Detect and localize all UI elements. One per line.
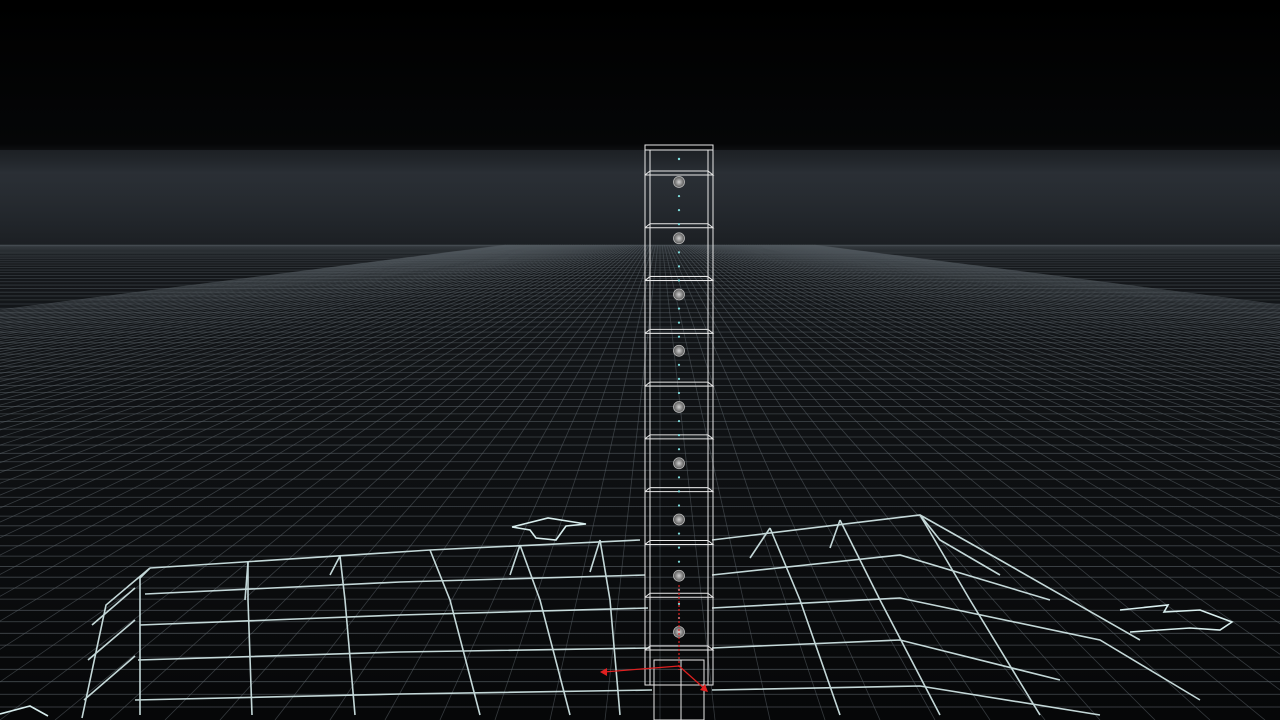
sphere-joint-icon[interactable] xyxy=(673,569,685,582)
bone-point xyxy=(677,532,681,535)
bone-point xyxy=(677,265,681,268)
bone-point xyxy=(677,279,681,282)
bone-point xyxy=(677,223,681,226)
bone-point xyxy=(677,476,681,479)
bone-point xyxy=(677,335,681,338)
bone-point xyxy=(677,490,681,493)
bone-point xyxy=(677,434,681,437)
sphere-joint-icon[interactable] xyxy=(673,176,685,188)
bone-point xyxy=(677,251,681,254)
sphere-joint-icon[interactable] xyxy=(673,232,685,245)
3d-viewport[interactable] xyxy=(0,0,1280,720)
bone-point xyxy=(677,448,681,451)
bone-point xyxy=(677,209,681,212)
bone-point xyxy=(677,377,681,380)
sphere-joint-icon[interactable] xyxy=(673,401,685,413)
sphere-joint-icon[interactable] xyxy=(673,513,685,526)
bone-point xyxy=(677,546,681,549)
bone-point xyxy=(677,602,681,605)
sphere-joint-icon[interactable] xyxy=(673,626,685,638)
viewport-scene[interactable] xyxy=(0,0,1280,720)
sphere-joint-icon[interactable] xyxy=(673,288,685,301)
bone-point xyxy=(677,560,681,563)
bone-point xyxy=(677,363,681,366)
bone-point xyxy=(677,321,681,324)
bone-point xyxy=(677,419,681,423)
bone-point xyxy=(677,157,681,161)
sphere-joint-icon[interactable] xyxy=(673,344,685,357)
bone-point xyxy=(677,391,681,395)
bone-point xyxy=(677,307,681,310)
sphere-joint-icon[interactable] xyxy=(673,457,685,470)
bone-point xyxy=(677,504,681,507)
bone-point xyxy=(677,194,681,198)
horizon-fade xyxy=(0,150,1280,260)
